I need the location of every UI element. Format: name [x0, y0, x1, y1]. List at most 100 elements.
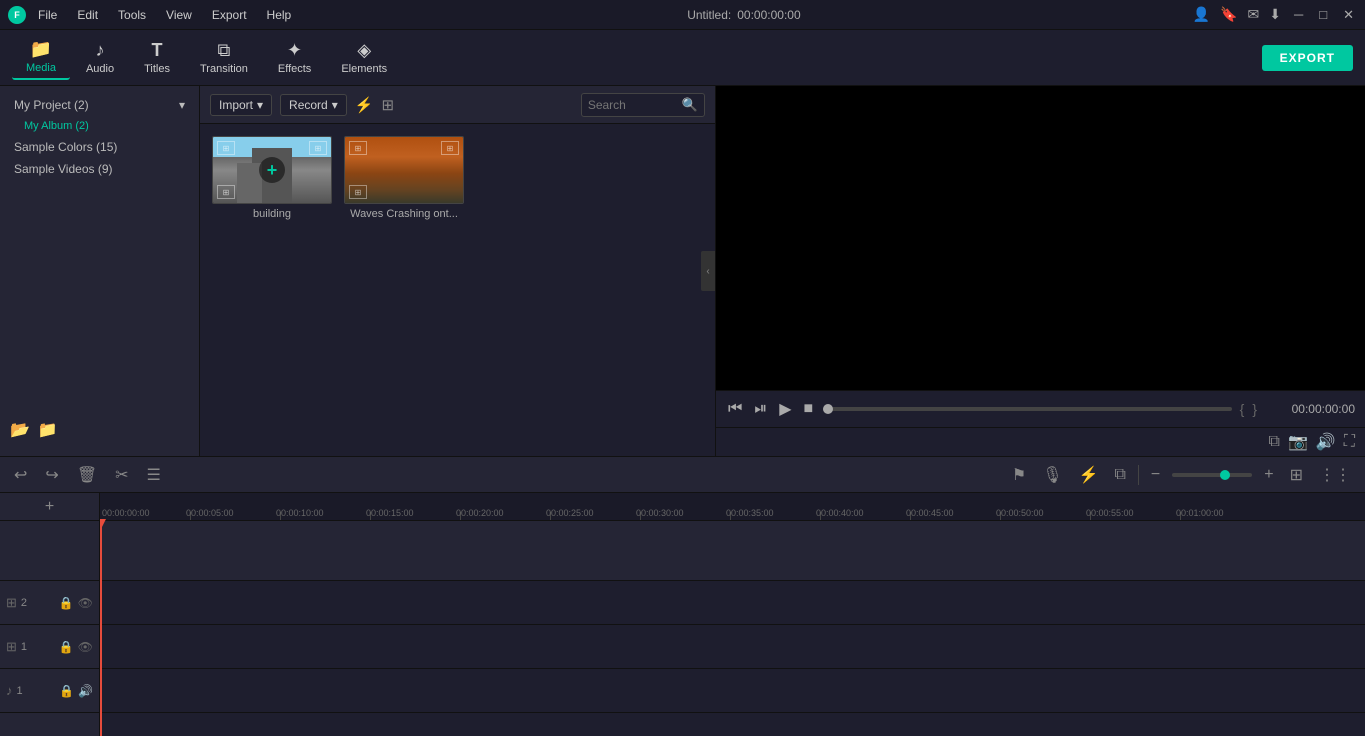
sidebar-item-my-project-label: My Project (2)	[14, 98, 89, 112]
eye-video1-icon[interactable]: 👁	[78, 640, 93, 654]
grid-icon[interactable]: ⊞	[381, 96, 394, 114]
progress-indicator	[823, 404, 833, 414]
prev-frame-button[interactable]: ⏮	[726, 398, 744, 420]
menu-tools[interactable]: Tools	[114, 6, 150, 24]
titlebar-center: Untitled: 00:00:00:00	[687, 8, 800, 22]
import-label: Import	[219, 98, 253, 112]
media-item-waves[interactable]: ⊞ ⊞ ⊞ Waves Crashing ont...	[344, 136, 464, 220]
import-dropdown[interactable]: Import ▾	[210, 94, 272, 116]
add-clip-icon[interactable]: ⊞	[1286, 463, 1307, 487]
toolbar-elements[interactable]: ◈ Elements	[327, 36, 401, 79]
bracket-out-icon[interactable]: }	[1252, 401, 1257, 417]
timeline-content: + ⊞ 2 🔒 👁 ⊞ 1 🔒 👁	[0, 493, 1365, 736]
sidebar-item-my-album-label: My Album (2)	[24, 120, 89, 132]
search-input[interactable]	[588, 98, 678, 112]
zoom-out-icon[interactable]: −	[1147, 464, 1164, 486]
stop-button[interactable]: ■	[802, 398, 816, 420]
close-button[interactable]: ✕	[1340, 7, 1357, 23]
playhead[interactable]	[100, 521, 102, 736]
sidebar-item-my-album[interactable]: My Album (2)	[0, 116, 199, 136]
mail-icon[interactable]: ✉	[1248, 6, 1260, 23]
menu-file[interactable]: File	[34, 6, 61, 24]
add-folder-icon[interactable]: 📂	[10, 420, 30, 440]
menu-view[interactable]: View	[162, 6, 196, 24]
progress-bar[interactable]	[823, 407, 1231, 411]
audio1-icon: ♪	[6, 683, 13, 698]
toolbar-media[interactable]: 📁 Media	[12, 35, 70, 80]
cut-button[interactable]: ✂	[111, 463, 132, 487]
import-chevron-icon: ▾	[257, 98, 263, 112]
media-item-building-label: building	[253, 208, 291, 220]
play-fast-button[interactable]: ▶	[777, 397, 793, 421]
menu-edit[interactable]: Edit	[73, 6, 102, 24]
titles-icon: T	[152, 40, 163, 61]
download-icon[interactable]: ⬇	[1269, 6, 1281, 23]
sidebar-bottom: 📂 📁	[0, 412, 199, 448]
ruler-mark-10: 00:00:10:00	[276, 508, 324, 518]
mic-icon[interactable]: 🎙	[1038, 463, 1066, 487]
media-thumb-building: ⊞ ⊞ ⊞ +	[212, 136, 332, 204]
zoom-handle[interactable]	[1220, 470, 1230, 480]
search-icon[interactable]: 🔍	[682, 97, 698, 113]
menu-bar: File Edit Tools View Export Help	[34, 6, 295, 24]
redo-button[interactable]: ↪	[41, 463, 62, 487]
track-label-video2: ⊞ 2 🔒 👁	[0, 581, 99, 625]
undo-button[interactable]: ↩	[10, 463, 31, 487]
timeline-ruler: 00:00:00:00 00:00:05:00 00:00:10:00 00:0…	[100, 493, 1365, 521]
toolbar-audio[interactable]: ♪ Audio	[72, 36, 128, 79]
fullscreen-icon[interactable]: ⛶	[1344, 433, 1355, 451]
maximize-button[interactable]: □	[1316, 7, 1330, 22]
zoom-slider[interactable]	[1172, 473, 1252, 477]
menu-help[interactable]: Help	[263, 6, 296, 24]
delete-button[interactable]: 🗑	[73, 463, 101, 487]
media-thumb-waves: ⊞ ⊞ ⊞	[344, 136, 464, 204]
lock-audio1-icon[interactable]: 🔒	[59, 684, 74, 698]
crop-icon[interactable]: ⧉	[1110, 464, 1129, 486]
sidebar-item-sample-colors[interactable]: Sample Colors (15)	[0, 136, 199, 158]
sidebar-item-sample-videos[interactable]: Sample Videos (9)	[0, 158, 199, 180]
lock-video2-icon[interactable]: 🔒	[59, 596, 74, 610]
timeline-toolbar-right: ⚑ 🎙 ⚡ ⧉ − + ⊞ ⋮⋮	[1008, 463, 1355, 487]
flag-icon[interactable]: ⚑	[1008, 463, 1030, 487]
minimize-button[interactable]: ─	[1291, 7, 1306, 22]
elements-icon: ◈	[357, 40, 371, 61]
toolbar-titles[interactable]: T Titles	[130, 36, 184, 79]
ruler-mark-15: 00:00:15:00	[366, 508, 414, 518]
timeline-toolbar: ↩ ↪ 🗑 ✂ ☰ ⚑ 🎙 ⚡ ⧉ − + ⊞ ⋮⋮	[0, 457, 1365, 493]
adjust-button[interactable]: ☰	[143, 463, 165, 487]
play-pause-button[interactable]: ⏯	[752, 398, 769, 420]
toolbar-effects[interactable]: ✦ Effects	[264, 36, 325, 79]
chevron-down-icon: ▾	[179, 98, 185, 112]
volume-icon[interactable]: 🔊	[1316, 432, 1336, 452]
eye-video2-icon[interactable]: 👁	[78, 596, 93, 610]
pip-icon[interactable]: ⧉	[1269, 433, 1280, 451]
volume-audio1-icon[interactable]: 🔊	[78, 684, 93, 698]
title-bar: F File Edit Tools View Export Help Untit…	[0, 0, 1365, 30]
track-label-audio1: ♪ 1 🔒 🔊	[0, 669, 99, 713]
snapshot-icon[interactable]: 📷	[1288, 432, 1308, 452]
add-to-timeline-icon[interactable]: +	[259, 157, 285, 183]
zoom-in-icon[interactable]: +	[1260, 464, 1277, 486]
record-dropdown[interactable]: Record ▾	[280, 94, 347, 116]
collapse-panel-button[interactable]: ‹	[701, 251, 715, 291]
thumb-waves-tl-icon: ⊞	[349, 141, 367, 155]
timeline-ruler-and-tracks: 00:00:00:00 00:00:05:00 00:00:10:00 00:0…	[100, 493, 1365, 736]
split-icon[interactable]: ⚡	[1075, 463, 1103, 487]
add-track-button[interactable]: +	[45, 498, 54, 516]
media-grid: ⊞ ⊞ ⊞ + building ⊞ ⊞ ⊞ Waves Crashi	[200, 124, 715, 456]
export-button[interactable]: EXPORT	[1262, 45, 1353, 71]
user-icon[interactable]: 👤	[1193, 6, 1210, 23]
folder-icon[interactable]: 📁	[38, 420, 58, 440]
media-item-building[interactable]: ⊞ ⊞ ⊞ + building	[212, 136, 332, 220]
menu-export[interactable]: Export	[208, 6, 251, 24]
track-label-audio1-text: 1	[17, 685, 56, 697]
lock-video1-icon[interactable]: 🔒	[59, 640, 74, 654]
bookmark-icon[interactable]: 🔖	[1220, 6, 1237, 23]
audio-icon: ♪	[96, 40, 105, 61]
sidebar-item-my-project[interactable]: My Project (2) ▾	[0, 94, 199, 116]
preview-timecode: 00:00:00:00	[1265, 402, 1355, 416]
toolbar-transition[interactable]: ⧉ Transition	[186, 36, 262, 79]
filter-icon[interactable]: ⚡	[355, 96, 374, 114]
more-icon[interactable]: ⋮⋮	[1315, 463, 1355, 487]
bracket-in-icon[interactable]: {	[1240, 401, 1245, 417]
